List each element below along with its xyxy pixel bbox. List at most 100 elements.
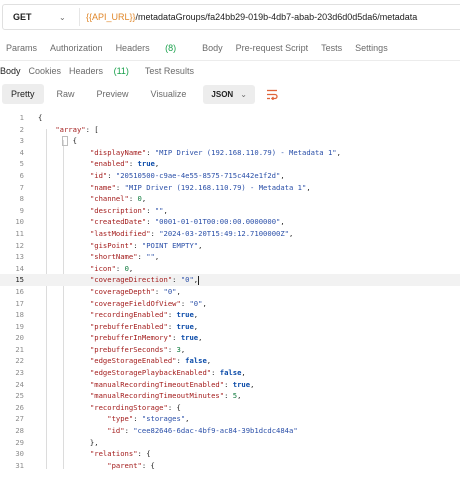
code-line: 28 "id": "cee82646-6dac-4bf9-ac84-39b1dc…	[0, 425, 460, 437]
code-line: 14 "icon": 0,	[0, 263, 460, 275]
response-tab-headers[interactable]: Headers (11)	[69, 66, 137, 76]
line-number: 24	[15, 379, 24, 389]
tab-authorization[interactable]: Authorization	[50, 43, 103, 53]
method-select[interactable]: GET	[3, 12, 59, 22]
line-number: 9	[19, 205, 24, 215]
tab-settings[interactable]: Settings	[355, 43, 388, 53]
code-text: "id": "20510500-c9ae-4e55-8575-715c442e1…	[89, 170, 285, 180]
line-number: 28	[15, 426, 24, 436]
line-number: 14	[15, 263, 24, 273]
response-tab-test-results[interactable]: Test Results	[145, 66, 194, 76]
tab-headers-count: (8)	[165, 43, 177, 53]
code-text: "edgeStorageEnabled": false,	[89, 356, 212, 366]
line-number: 17	[15, 298, 24, 308]
code-text: "lastModified": "2024-03-20T15:49:12.710…	[89, 228, 294, 238]
code-line: 21 "prebufferSeconds": 3,	[0, 344, 460, 356]
chevron-down-icon[interactable]: ⌄	[59, 13, 79, 22]
code-text: "enabled": true,	[89, 159, 160, 169]
line-number: 15	[15, 275, 24, 285]
wrap-lines-button[interactable]	[261, 84, 283, 104]
code-line: 16 "coverageDepth": "0",	[0, 286, 460, 298]
code-line: 17 "coverageFieldOfView": "0",	[0, 298, 460, 310]
line-number: 16	[15, 286, 24, 296]
code-text: "relations": {	[89, 449, 151, 459]
line-number: 7	[19, 182, 24, 192]
code-text: },	[38, 437, 99, 447]
code-line: 31 "parent": {	[0, 460, 460, 472]
code-line: 5 "enabled": true,	[0, 158, 460, 170]
code-text: "id": "cee82646-6dac-4bf9-ac84-39b1dcdc4…	[107, 426, 298, 436]
preview-button[interactable]: Preview	[88, 84, 138, 104]
url-input[interactable]: {{API_URL}}/metadataGroups/fa24bb29-019b…	[86, 12, 417, 22]
code-line: 11 "lastModified": "2024-03-20T15:49:12.…	[0, 228, 460, 240]
tab-pre-request-script[interactable]: Pre-request Script	[236, 43, 309, 53]
line-number: 2	[19, 124, 24, 134]
code-text: "coverageDirection": "0",	[89, 275, 200, 285]
code-line: 12 "gisPoint": "POINT EMPTY",	[0, 240, 460, 252]
format-select-label: JSON	[211, 89, 234, 99]
line-number: 23	[15, 368, 24, 378]
code-text: "coverageFieldOfView": "0",	[89, 298, 207, 308]
code-line: 9 "description": "",	[0, 205, 460, 217]
code-line: 3 {	[0, 135, 460, 147]
code-text: "coverageDepth": "0",	[89, 286, 181, 296]
code-line: 22 "edgeStorageEnabled": false,	[0, 355, 460, 367]
url-divider	[79, 8, 80, 26]
line-number: 21	[15, 344, 24, 354]
code-text: "channel": 0,	[89, 194, 147, 204]
line-number: 11	[15, 228, 24, 238]
response-tab-headers-count: (11)	[113, 66, 129, 76]
code-line: 6 "id": "20510500-c9ae-4e55-8575-715c442…	[0, 170, 460, 182]
code-line: 30 "relations": {	[0, 448, 460, 460]
chevron-down-icon: ⌄	[240, 89, 247, 99]
tab-body[interactable]: Body	[202, 43, 223, 53]
url-path: /metadataGroups/fa24bb29-019b-4db7-abab-…	[135, 12, 418, 22]
code-line: 7 "name": "MIP Driver (192.168.110.79) -…	[0, 182, 460, 194]
tab-tests[interactable]: Tests	[321, 43, 342, 53]
wrap-lines-icon	[266, 89, 278, 100]
format-select[interactable]: JSON ⌄	[203, 84, 255, 104]
code-line: 18 "recordingEnabled": true,	[0, 309, 460, 321]
divider	[0, 60, 460, 61]
response-tab-cookies[interactable]: Cookies	[29, 66, 62, 76]
tab-params[interactable]: Params	[6, 43, 37, 53]
line-number: 19	[15, 321, 24, 331]
code-line: 19 "prebufferEnabled": true,	[0, 321, 460, 333]
response-tab-headers-label: Headers	[69, 66, 104, 76]
code-line: 25 "manualRecordingTimeoutMinutes": 5,	[0, 390, 460, 402]
visualize-button[interactable]: Visualize	[142, 84, 196, 104]
response-tab-body[interactable]: Body	[0, 66, 21, 76]
url-bar: GET ⌄ {{API_URL}}/metadataGroups/fa24bb2…	[2, 4, 460, 30]
code-text: {	[38, 113, 43, 122]
code-text: {	[38, 136, 77, 146]
code-text: "name": "MIP Driver (192.168.110.79) - M…	[89, 182, 311, 192]
format-toolbar: Pretty Raw Preview Visualize JSON ⌄	[2, 83, 283, 105]
tab-headers[interactable]: Headers (8)	[116, 43, 190, 53]
code-line: 24 "manualRecordingTimeoutEnabled": true…	[0, 379, 460, 391]
pretty-button[interactable]: Pretty	[2, 84, 44, 104]
request-tabs: Params Authorization Headers (8) Body Pr…	[0, 40, 401, 56]
code-text: "description": "",	[89, 205, 168, 215]
line-number: 20	[15, 333, 24, 343]
code-line: 27 "type": "storages",	[0, 413, 460, 425]
code-line: 26 "recordingStorage": {	[0, 402, 460, 414]
response-tabs: Body Cookies Headers (11) Test Results	[0, 64, 202, 78]
code-text: "recordingEnabled": true,	[89, 310, 199, 320]
line-number: 29	[15, 437, 24, 447]
url-variable: {{API_URL}}	[86, 12, 136, 22]
response-body-viewer[interactable]: 1{2 "array": [3 {4 "displayName": "MIP D…	[0, 112, 460, 471]
code-text: "array": [	[55, 124, 99, 134]
tab-headers-label: Headers	[115, 43, 150, 53]
code-line: 20 "prebufferInMemory": true,	[0, 332, 460, 344]
line-number: 27	[15, 414, 24, 424]
code-line: 1{	[0, 112, 460, 124]
code-line: 8 "channel": 0,	[0, 193, 460, 205]
line-number: 12	[15, 240, 24, 250]
code-text: "manualRecordingTimeoutMinutes": 5,	[89, 391, 242, 401]
code-text: "prebufferInMemory": true,	[89, 333, 203, 343]
line-number: 5	[19, 159, 24, 169]
code-line: 10 "createdDate": "0001-01-01T00:00:00.0…	[0, 216, 460, 228]
line-number: 30	[15, 449, 24, 459]
raw-button[interactable]: Raw	[48, 84, 84, 104]
line-number: 10	[15, 217, 24, 227]
